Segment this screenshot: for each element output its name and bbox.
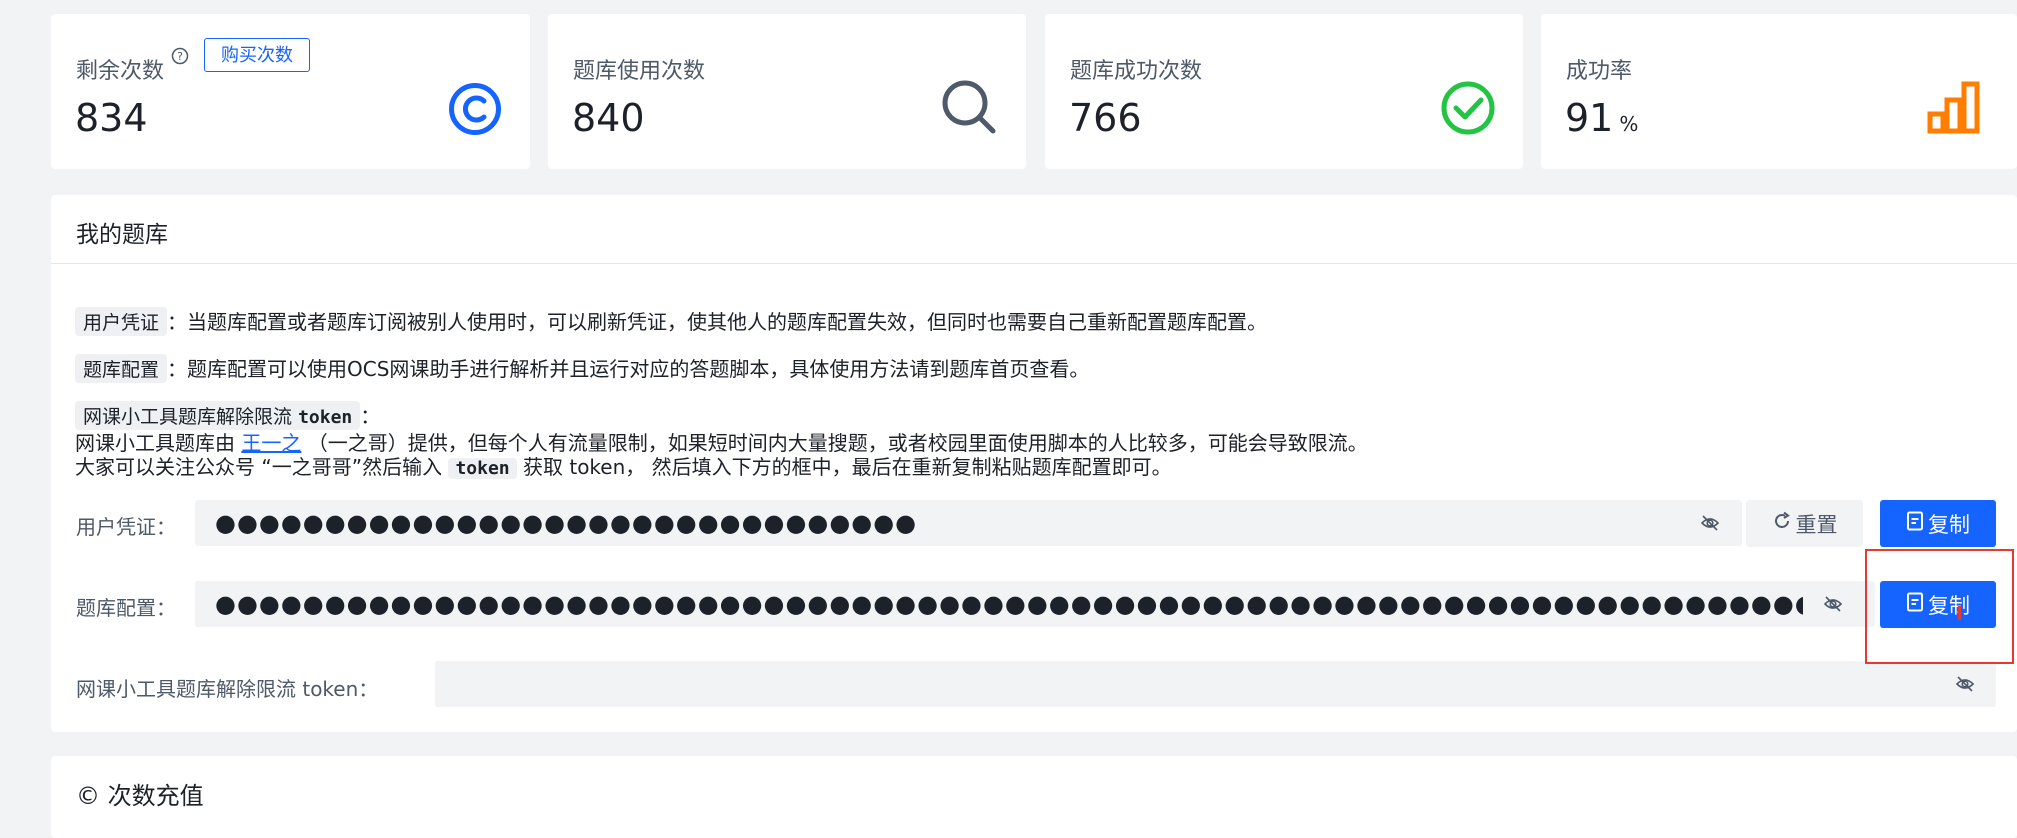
stat-value: 766 bbox=[1069, 96, 1142, 140]
config-text: ：题库配置可以使用OCS网课助手进行解析并且运行对应的答题脚本，具体使用方法请到… bbox=[167, 357, 1090, 381]
stat-card-remaining: 剩余次数 ? 购买次数 834 bbox=[51, 14, 530, 169]
cursor-marker bbox=[1958, 606, 1961, 620]
copy-token-button[interactable]: 复制 bbox=[1880, 500, 1996, 547]
token-description: 用户凭证 ：当题库配置或者题库订阅被别人使用时，可以刷新凭证，使其他人的题库配置失… bbox=[75, 306, 1267, 336]
stat-label: 题库使用次数 bbox=[573, 59, 706, 84]
help-icon[interactable]: ? bbox=[171, 47, 189, 69]
tool-colon: ： bbox=[360, 404, 381, 428]
config-mask: ●●●●●●●●●●●●●●●●●●●●●●●●●●●●●●●●●●●●●●●●… bbox=[215, 590, 1803, 618]
eye-off-icon[interactable] bbox=[1823, 594, 1843, 618]
copyright-icon bbox=[448, 82, 502, 140]
tool-description-title: 网课小工具题库解除限流 token： bbox=[75, 400, 380, 430]
buy-count-button[interactable]: 购买次数 bbox=[204, 38, 310, 72]
limit-token-input[interactable] bbox=[435, 661, 1996, 707]
limit-token-field-label: 网课小工具题库解除限流 token： bbox=[76, 677, 379, 701]
tool-tag: 网课小工具题库解除限流 token bbox=[75, 401, 361, 430]
stat-label: 题库成功次数 bbox=[1070, 59, 1203, 84]
tool-tag-code: token bbox=[298, 407, 353, 428]
token-text: ：当题库配置或者题库订阅被别人使用时，可以刷新凭证，使其他人的题库配置失效，但同… bbox=[167, 310, 1268, 334]
token-field-label: 用户凭证： bbox=[76, 515, 176, 539]
stat-label: 剩余次数 bbox=[76, 59, 165, 84]
config-tag: 题库配置 bbox=[75, 354, 168, 383]
rate-unit: % bbox=[1619, 112, 1639, 136]
refresh-icon bbox=[1772, 511, 1792, 536]
token-tag: 用户凭证 bbox=[75, 307, 168, 336]
search-icon bbox=[940, 78, 998, 140]
tool-line2-start: 大家可以关注公众号 “一之哥哥”然后输入 bbox=[75, 455, 443, 479]
token-mask: ●●●●●●●●●●●●●●●●●●●●●●●●●●●●●●●● bbox=[215, 509, 918, 537]
eye-off-icon[interactable] bbox=[1700, 513, 1720, 537]
stat-value: 840 bbox=[572, 96, 645, 140]
stat-card-success: 题库成功次数 766 bbox=[1045, 14, 1523, 169]
divider bbox=[51, 263, 2017, 264]
my-library-panel: 我的题库 用户凭证 ：当题库配置或者题库订阅被别人使用时，可以刷新凭证，使其他人的… bbox=[51, 195, 2017, 732]
token-code: token bbox=[448, 458, 517, 479]
bar-chart-icon bbox=[1927, 80, 1981, 138]
tool-tag-text: 网课小工具题库解除限流 bbox=[83, 406, 293, 428]
config-input[interactable]: ●●●●●●●●●●●●●●●●●●●●●●●●●●●●●●●●●●●●●●●●… bbox=[195, 581, 1875, 627]
check-circle-icon bbox=[1440, 80, 1496, 140]
recharge-title: © 次数充值 bbox=[76, 782, 204, 810]
reset-token-button[interactable]: 重置 bbox=[1746, 500, 1863, 547]
highlight-box bbox=[1865, 549, 2014, 664]
config-field-label: 题库配置： bbox=[76, 596, 176, 620]
tool-description-line2: 大家可以关注公众号 “一之哥哥”然后输入 token 获取 token， 然后填… bbox=[75, 451, 1172, 480]
copy-label: 复制 bbox=[1928, 512, 1970, 537]
reset-label: 重置 bbox=[1795, 512, 1838, 537]
stat-card-rate: 成功率 91% bbox=[1541, 14, 2017, 169]
stat-card-usage: 题库使用次数 840 bbox=[548, 14, 1026, 169]
tool-line2-end: 获取 token， 然后填入下方的框中，最后在重新复制粘贴题库配置即可。 bbox=[523, 455, 1172, 479]
document-icon bbox=[1906, 511, 1924, 536]
eye-off-icon[interactable] bbox=[1955, 674, 1975, 698]
recharge-panel: © 次数充值 bbox=[51, 756, 2017, 838]
token-input[interactable]: ●●●●●●●●●●●●●●●●●●●●●●●●●●●●●●●● bbox=[195, 500, 1742, 546]
svg-text:?: ? bbox=[177, 50, 183, 63]
stat-value: 834 bbox=[75, 96, 148, 140]
panel-title: 我的题库 bbox=[76, 222, 168, 248]
config-description: 题库配置 ：题库配置可以使用OCS网课助手进行解析并且运行对应的答题脚本，具体使用… bbox=[75, 353, 1089, 383]
stat-label: 成功率 bbox=[1566, 59, 1633, 84]
stat-value: 91% bbox=[1565, 96, 1638, 140]
rate-number: 91 bbox=[1565, 96, 1614, 140]
